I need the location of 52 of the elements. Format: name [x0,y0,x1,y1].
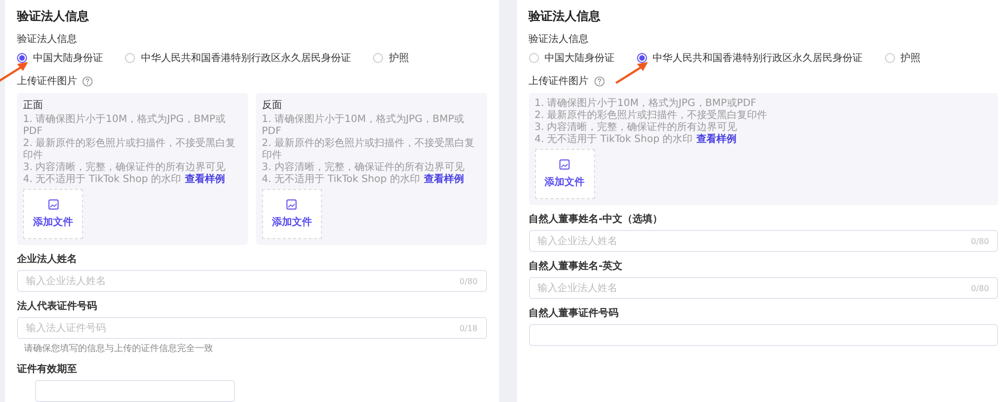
upload-tip: 2. 最新原件的彩色照片或扫描件，不接受黑白复印件 [23,138,236,161]
sample-link[interactable]: 查看样例 [424,174,464,185]
radio-button[interactable] [636,53,646,63]
sample-link[interactable]: 查看样例 [696,134,737,145]
upload-tip: 3. 内容清晰，完整，确保证件的所有边界可见 [23,162,226,173]
field-label: 验证法人信息 [17,33,78,46]
image-icon [286,199,298,210]
radio-button[interactable] [17,53,27,63]
field-label: 法人代表证件号码 [17,300,98,313]
add-file-button[interactable]: 添加文件 [534,149,594,199]
side-title: 反面 [262,99,283,112]
upload-tip: 4. 无不适用于 TikTok Shop 的水印 [262,174,420,185]
side-title: 正面 [23,99,44,112]
field-label: 上传证件图片 [528,75,588,88]
image-icon [48,199,58,210]
upload-tip: 4. 无不适用于 TikTok Shop 的水印 [534,134,693,145]
input-field[interactable] [35,380,235,402]
character-counter: 0/18 [460,324,478,332]
field-hint: 请确保您填写的信息与上传的证件信息完全一致 [24,342,214,355]
section-title: 验证法人信息 [17,8,90,25]
character-counter: 0/80 [971,236,989,246]
radio-label[interactable]: 中华人民共和国香港特别行政区永久居民身份证 [141,51,351,65]
character-counter: 0/80 [460,276,478,286]
field-label: 证件有效期至 [17,363,78,376]
upload-tip: 4. 无不适用于 TikTok Shop 的水印 [23,174,182,185]
radio-label[interactable]: 中国大陆身份证 [544,51,614,65]
upload-tip: 3. 内容清晰，完整，确保证件的所有边界可见 [262,162,464,173]
field-label: 上传证件图片 [17,75,77,88]
radio-label[interactable]: 护照 [900,51,920,65]
upload-tip: 2. 最新原件的彩色照片或扫描件，不接受黑白复印件 [262,138,474,161]
field-label: 企业法人姓名 [17,253,78,266]
image-icon [559,159,570,170]
input-field[interactable] [528,324,998,346]
character-counter: 0/80 [971,284,989,292]
section-title: 验证法人信息 [528,8,602,25]
field-label: 自然人董事证件号码 [528,307,620,320]
help-icon[interactable] [82,76,93,87]
help-icon[interactable] [594,76,604,87]
upload-tip: 1. 请确保图片小于10M，格式为JPG，BMP或PDF [534,98,756,109]
field-label: 自然人董事姓名-中文（选填） [528,213,664,226]
add-file-button[interactable]: 添加文件 [262,189,322,239]
upload-tip: 2. 最新原件的彩色照片或扫描件，不接受黑白复印件 [534,110,768,121]
upload-tip: 3. 内容清晰，完整，确保证件的所有边界可见 [534,122,738,133]
radio-label[interactable]: 中国大陆身份证 [33,51,103,65]
field-label: 自然人董事姓名-英文 [528,260,624,273]
add-file-button[interactable]: 添加文件 [23,189,83,239]
sample-link[interactable]: 查看样例 [185,174,226,185]
radio-label[interactable]: 护照 [389,51,409,65]
field-label: 验证法人信息 [528,33,590,46]
upload-tip: 1. 请确保图片小于10M，格式为JPG，BMP或PDF [23,114,226,137]
radio-label[interactable]: 中华人民共和国香港特别行政区永久居民身份证 [652,51,862,65]
upload-tip: 1. 请确保图片小于10M，格式为JPG，BMP或PDF [262,114,464,137]
